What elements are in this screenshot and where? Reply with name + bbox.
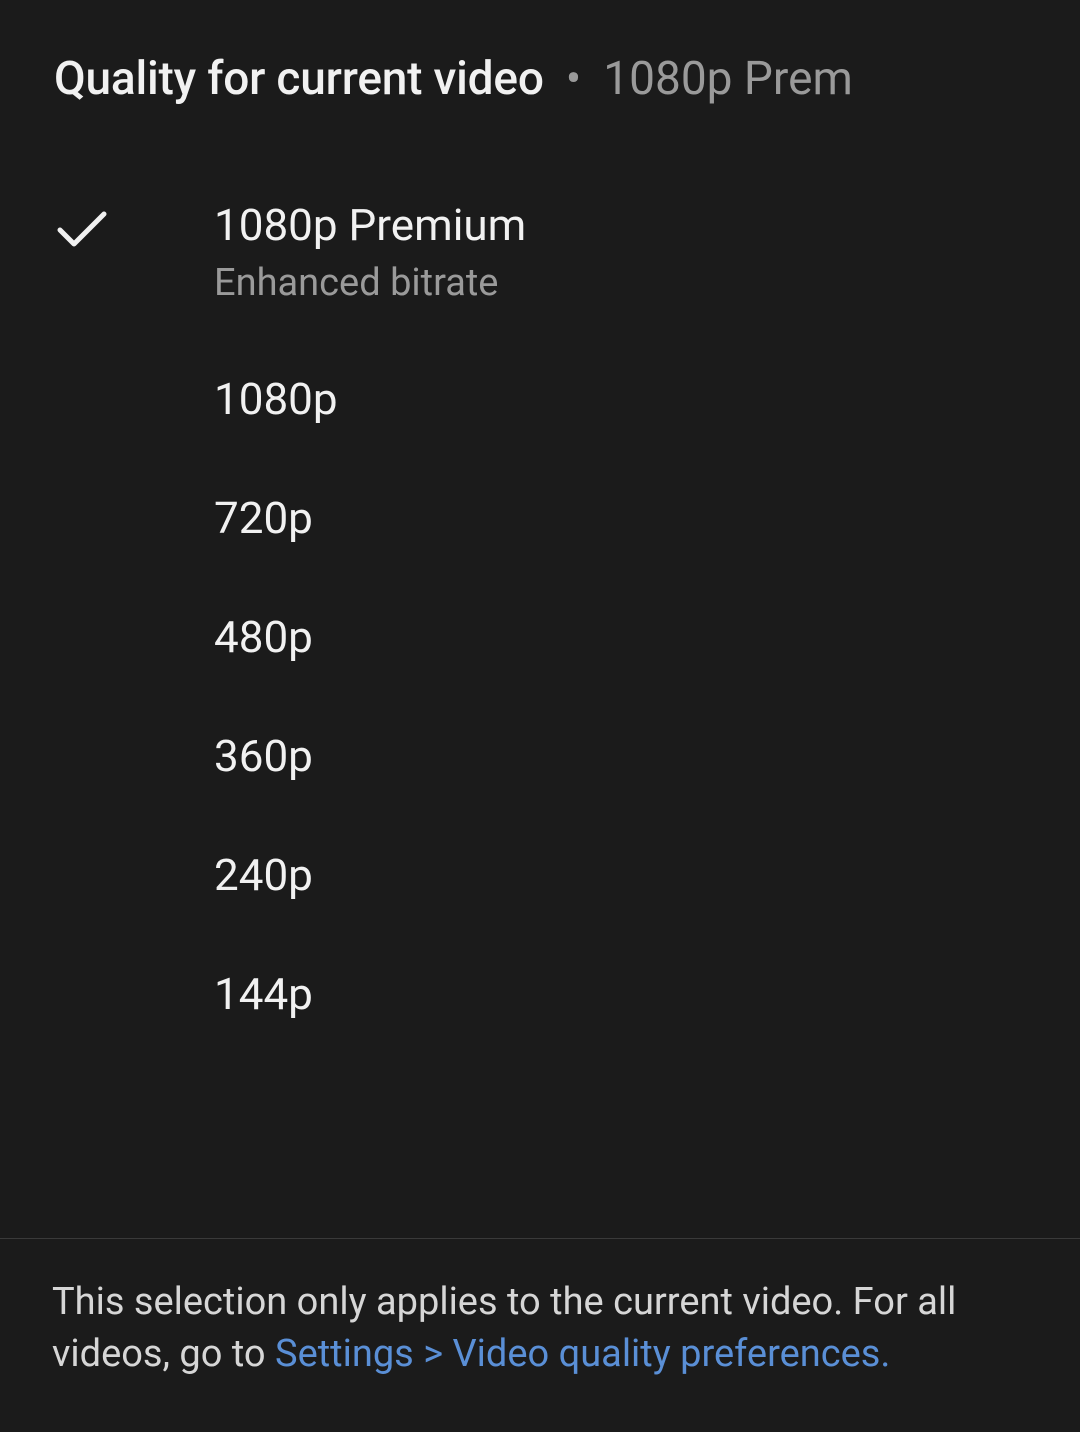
option-label: 360p <box>214 729 313 784</box>
panel-header: Quality for current video • 1080p Prem <box>0 0 1080 126</box>
panel-footer: This selection only applies to the curre… <box>0 1239 1080 1432</box>
current-quality-label: 1080p Prem <box>603 52 853 106</box>
footer-note: This selection only applies to the curre… <box>52 1277 1028 1380</box>
quality-option-480p[interactable]: 480p <box>0 578 1080 697</box>
option-label: 1080p Premium <box>214 198 526 253</box>
quality-option-720p[interactable]: 720p <box>0 459 1080 578</box>
panel-title: Quality for current video <box>54 52 544 106</box>
check-placeholder <box>54 491 214 501</box>
settings-link[interactable]: Settings > Video quality preferences. <box>275 1332 890 1376</box>
quality-option-1080p[interactable]: 1080p <box>0 340 1080 459</box>
quality-options-list: 1080p Premium Enhanced bitrate 1080p 720… <box>0 126 1080 1238</box>
check-placeholder <box>54 967 214 977</box>
check-icon <box>54 198 214 252</box>
quality-option-240p[interactable]: 240p <box>0 816 1080 935</box>
quality-option-144p[interactable]: 144p <box>0 935 1080 1054</box>
quality-option-360p[interactable]: 360p <box>0 697 1080 816</box>
check-placeholder <box>54 729 214 739</box>
option-label: 1080p <box>214 372 338 427</box>
option-sublabel: Enhanced bitrate <box>214 259 526 308</box>
check-placeholder <box>54 610 214 620</box>
check-placeholder <box>54 848 214 858</box>
separator-dot: • <box>566 52 582 106</box>
option-label: 240p <box>214 848 313 903</box>
quality-panel: Quality for current video • 1080p Prem 1… <box>0 0 1080 1432</box>
option-label: 720p <box>214 491 313 546</box>
option-label: 144p <box>214 967 313 1022</box>
option-label: 480p <box>214 610 313 665</box>
check-placeholder <box>54 372 214 382</box>
quality-option-1080p-premium[interactable]: 1080p Premium Enhanced bitrate <box>0 166 1080 340</box>
